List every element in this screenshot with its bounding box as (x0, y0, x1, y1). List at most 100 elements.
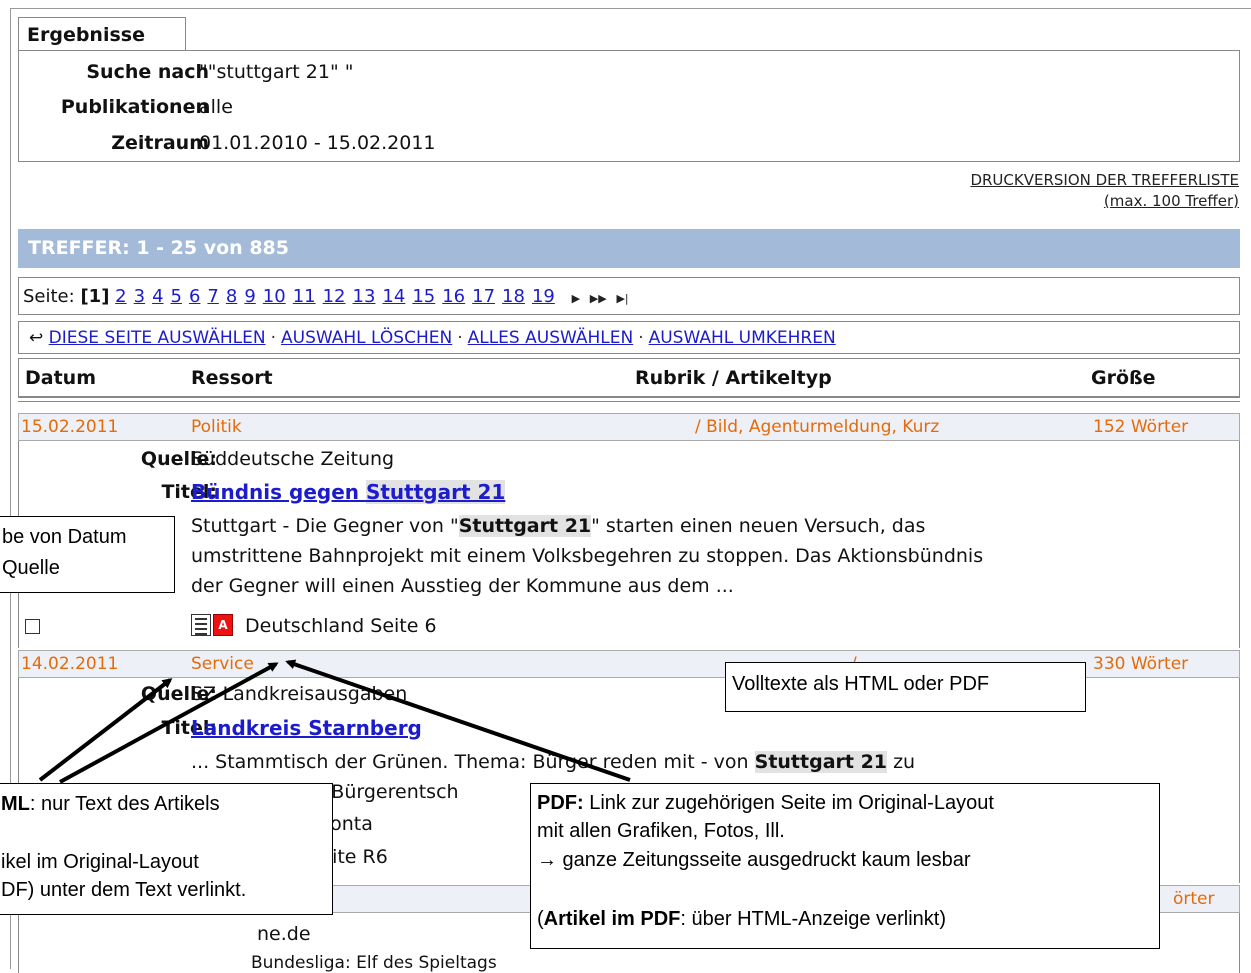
page-link[interactable]: 5 (171, 286, 182, 307)
page-link[interactable]: 2 (115, 286, 126, 307)
page-link[interactable]: 3 (134, 286, 145, 307)
publications-value: alle (199, 96, 233, 118)
title-highlight: Stuttgart 21 (365, 480, 506, 504)
page-link[interactable]: 13 (353, 286, 376, 307)
page-link[interactable]: 16 (442, 286, 465, 307)
print-version-link[interactable]: DRUCKVERSION DER TREFFERLISTE (max. 100 … (970, 170, 1239, 212)
clear-selection-link[interactable]: AUSWAHL LÖSCHEN (281, 328, 452, 348)
pagination: Seite: [1] 2 3 4 5 6 7 8 9 10 11 12 13 14 15 16 17 18 19 … (18, 277, 1240, 315)
result-size: 152 Wörter (1093, 417, 1189, 437)
pager-current: [1] (80, 286, 110, 307)
source-value: Süddeutsche Zeitung (191, 448, 395, 470)
result-size: örter (1173, 889, 1215, 909)
callout-text: Link zur zugehörigen Seite im Original-L… (583, 792, 994, 814)
page-link[interactable]: 8 (226, 286, 237, 307)
result-item: Quelle: Süddeutsche Zeitung Titel: Bündn… (18, 441, 1240, 648)
callout-text: : nur Text des Artikels (29, 793, 220, 815)
col-rubric: Rubrik / Artikeltyp (635, 367, 832, 389)
page-link[interactable]: 14 (382, 286, 405, 307)
page-link[interactable]: 11 (293, 286, 316, 307)
col-size: Größe (1091, 367, 1156, 389)
result-section: Service (191, 654, 254, 674)
result-section: Politik (191, 417, 242, 437)
select-all-link[interactable]: ALLES AUSWÄHLEN (468, 328, 634, 348)
pager-label: Seite: (23, 286, 75, 307)
result-rubric: / Bild, Agenturmeldung, Kurz (695, 417, 940, 437)
next-page-icon[interactable]: ▶ (572, 292, 580, 305)
publications-label: Publikationen (60, 96, 209, 118)
page-link[interactable]: 10 (263, 286, 286, 307)
period-value: 01.01.2010 - 15.02.2011 (199, 132, 436, 154)
callout-text: → ganze Zeitungsseite ausgedruckt kaum l… (537, 849, 971, 871)
callout-text: (Artikel im PDF: über HTML-Anzeige verli… (537, 908, 946, 931)
page-link[interactable]: 7 (207, 286, 218, 307)
callout-text: ( (537, 908, 544, 930)
hits-count-bar: TREFFER: 1 - 25 von 885 (18, 229, 1240, 268)
period-label: Zeitraum (111, 132, 209, 154)
callout-text: be von Datum (2, 526, 127, 548)
snippet-highlight: Stuttgart 21 (754, 751, 888, 773)
html-document-icon[interactable] (191, 614, 211, 636)
page-link[interactable]: 19 (532, 286, 555, 307)
callout-bold: Artikel im PDF (543, 908, 681, 930)
snippet-line: der Gegner will einen Ausstieg der Kommu… (191, 575, 734, 597)
callout-text: PDF: Link zur zugehörigen Seite im Origi… (537, 792, 994, 815)
search-summary: Suche nach ""stuttgart 21" " Publikation… (18, 50, 1240, 162)
invert-selection-link[interactable]: AUSWAHL UMKEHREN (649, 328, 836, 348)
callout-text: ML: nur Text des Artikels (1, 793, 220, 816)
callout-text: mit allen Grafiken, Fotos, Ill. (537, 820, 785, 842)
result-size: 330 Wörter (1093, 654, 1189, 674)
page-link[interactable]: 12 (323, 286, 346, 307)
page-reference: Deutschland Seite 6 (245, 615, 437, 637)
callout-bold: ML (1, 793, 30, 815)
col-section: Ressort (191, 367, 273, 389)
callout-date-source: be von Datum Quelle (0, 516, 175, 593)
tab-results[interactable]: Ergebnisse (18, 17, 186, 51)
callout-text: : über HTML-Anzeige verlinkt) (680, 908, 947, 930)
separator: · (457, 328, 463, 348)
result-meta-row: 15.02.2011 Politik / Bild, Agenturmeldun… (18, 413, 1240, 441)
result-date: 15.02.2011 (21, 417, 119, 437)
select-page-link[interactable]: DIESE SEITE AUSWÄHLEN (49, 328, 266, 348)
page-link[interactable]: 17 (472, 286, 495, 307)
result-title-link[interactable]: Landkreis Starnberg (191, 716, 422, 740)
skip-forward-icon[interactable]: ▶▶ (590, 292, 607, 305)
page-link[interactable]: 4 (152, 286, 163, 307)
result-date: 14.02.2011 (21, 654, 119, 674)
selection-bar: ↩ DIESE SEITE AUSWÄHLEN · AUSWAHL LÖSCHEN ·… (18, 321, 1240, 354)
page-link[interactable]: 9 (244, 286, 255, 307)
print-version-label: DRUCKVERSION DER TREFFERLISTE (970, 171, 1239, 189)
separator: · (638, 328, 644, 348)
page-link[interactable]: 6 (189, 286, 200, 307)
print-version-note: (max. 100 Treffer) (1103, 192, 1239, 210)
callout-text: DF) unter dem Text verlinkt. (1, 879, 247, 901)
col-date: Datum (25, 367, 96, 389)
snippet-line: ... Stammtisch der Grünen. Thema: Bürger… (191, 751, 915, 773)
return-arrow-icon: ↩ (29, 328, 44, 348)
callout-pdf: PDF: Link zur zugehörigen Seite im Origi… (530, 783, 1160, 949)
snippet-text: zu (887, 751, 916, 773)
snippet-text: ... Stammtisch der Grünen. Thema: Bürger… (191, 751, 755, 773)
callout-bold: PDF: (537, 792, 584, 814)
callout-text: Quelle (2, 557, 60, 579)
snippet-text: " starten einen neuen Versuch, das (591, 515, 926, 537)
snippet-highlight: Stuttgart 21 (458, 515, 592, 537)
page-link[interactable]: 15 (412, 286, 435, 307)
callout-html: ML: nur Text des Artikels ikel im Origin… (0, 783, 333, 915)
header-divider (18, 397, 1240, 402)
callout-text: ikel im Original-Layout (1, 851, 199, 873)
separator: · (270, 328, 277, 348)
source-value: ne.de (257, 923, 311, 945)
snippet-text: Stuttgart - Die Gegner von " (191, 515, 459, 537)
result-title-link[interactable]: Bündnis gegen Stuttgart 21 (191, 480, 506, 504)
callout-fulltext: Volltexte als HTML oder PDF (725, 662, 1086, 712)
snippet-line: Stuttgart - Die Gegner von "Stuttgart 21… (191, 515, 925, 537)
select-checkbox[interactable] (25, 619, 40, 634)
page-link[interactable]: 18 (502, 286, 525, 307)
last-page-icon[interactable]: ▶| (616, 292, 628, 305)
pdf-icon[interactable]: A (213, 614, 233, 636)
source-value: SZ-Landkreisausgaben (191, 683, 408, 705)
query-label: Suche nach (86, 61, 209, 83)
snippet-line: umstrittene Bahnprojekt mit einem Volksb… (191, 545, 984, 567)
callout-text: Volltexte als HTML oder PDF (732, 673, 990, 695)
